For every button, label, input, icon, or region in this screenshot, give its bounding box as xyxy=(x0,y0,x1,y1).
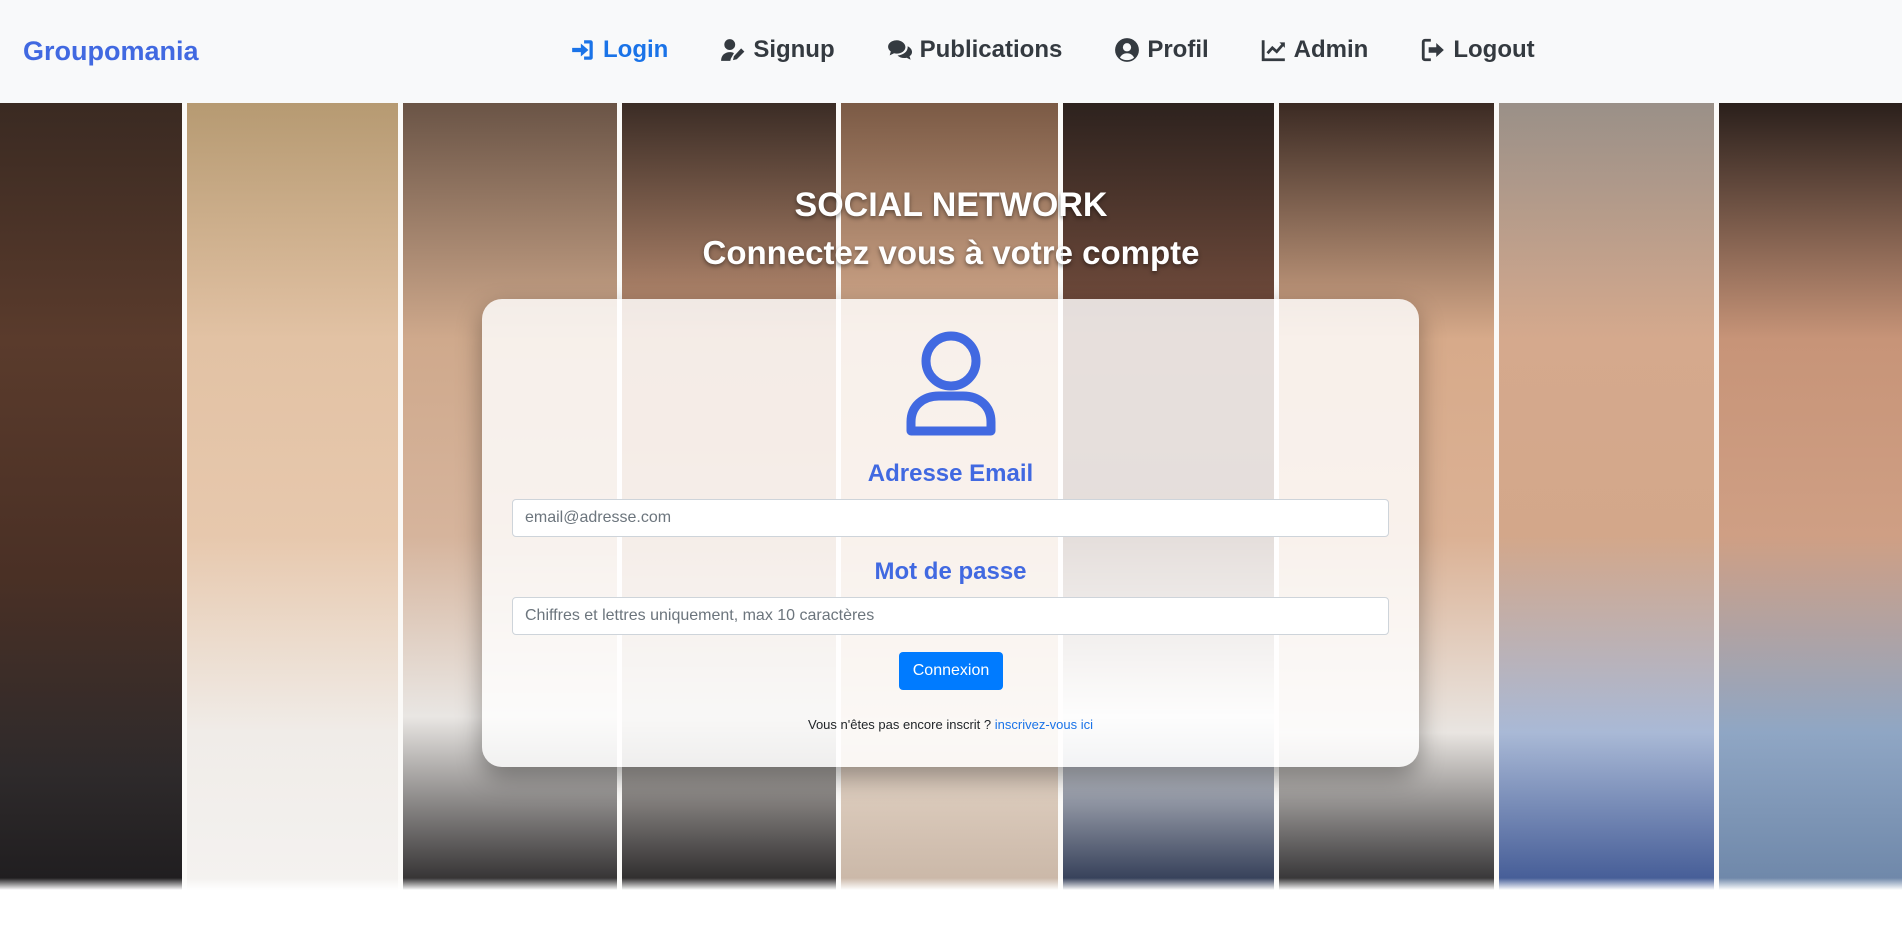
nav-admin-label: Admin xyxy=(1293,36,1369,63)
nav-publications[interactable]: Publications xyxy=(887,36,1063,64)
main-nav: Login Signup Publications Profil Admin L… xyxy=(570,36,1535,64)
password-label: Mot de passe xyxy=(874,558,1027,585)
nav-logout[interactable]: Logout xyxy=(1420,36,1535,64)
comments-icon xyxy=(887,40,912,60)
nav-signup[interactable]: Signup xyxy=(720,36,835,64)
user-edit-icon xyxy=(721,39,745,61)
hero-subtitle: Connectez vous à votre compte xyxy=(702,234,1200,271)
signup-link[interactable]: inscrivez-vous ici xyxy=(995,717,1093,732)
chart-line-icon xyxy=(1261,40,1285,62)
nav-publications-label: Publications xyxy=(919,36,1063,63)
signup-prompt-line: Vous n'êtes pas encore inscrit ? inscriv… xyxy=(482,717,1419,732)
navbar: Groupomania Login Signup Publications Pr… xyxy=(0,0,1902,103)
sign-out-icon xyxy=(1422,38,1445,62)
brand-logo[interactable]: Groupomania xyxy=(23,36,199,67)
email-field[interactable] xyxy=(512,499,1389,537)
nav-logout-label: Logout xyxy=(1453,36,1535,63)
email-label: Adresse Email xyxy=(867,460,1034,487)
sign-in-icon xyxy=(572,40,593,60)
nav-profil-label: Profil xyxy=(1147,36,1209,63)
login-card: Adresse Email Mot de passe Connexion Vou… xyxy=(482,299,1419,767)
nav-profil[interactable]: Profil xyxy=(1114,36,1209,64)
password-field[interactable] xyxy=(512,597,1389,635)
nav-login-label: Login xyxy=(603,36,669,63)
nav-login[interactable]: Login xyxy=(570,36,668,64)
hero-fade xyxy=(0,878,1902,890)
nav-signup-label: Signup xyxy=(753,36,835,63)
nav-admin[interactable]: Admin xyxy=(1261,36,1369,64)
user-icon xyxy=(906,331,996,436)
signup-prompt-text: Vous n'êtes pas encore inscrit ? xyxy=(807,717,992,732)
hero-title: SOCIAL NETWORK xyxy=(794,186,1108,224)
connexion-button[interactable]: Connexion xyxy=(899,652,1003,690)
user-circle-icon xyxy=(1115,38,1140,62)
